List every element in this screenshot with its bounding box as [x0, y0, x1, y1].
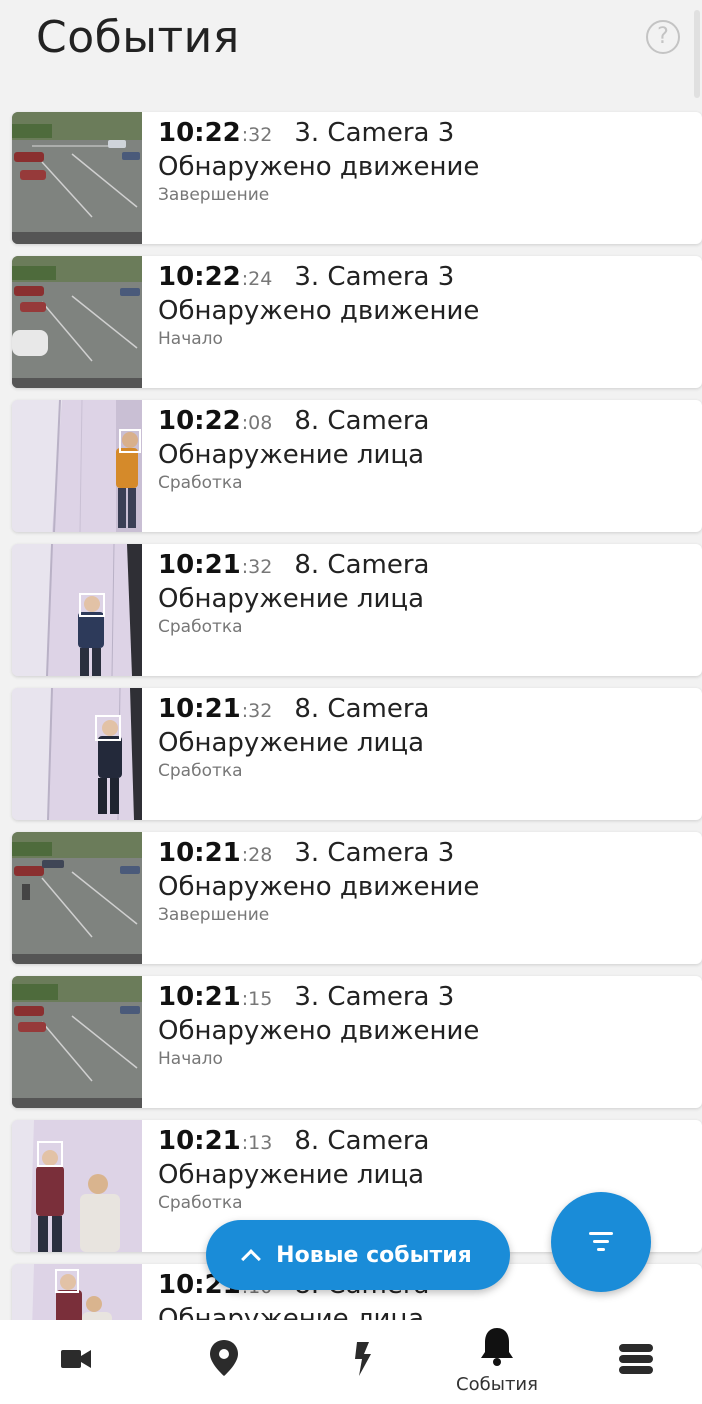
event-thumbnail — [12, 1264, 142, 1320]
camera-name: 8. Camera — [294, 550, 430, 580]
camera-name: 8. Camera — [294, 406, 430, 436]
server-icon — [619, 1344, 653, 1374]
camera-name: 3. Camera 3 — [294, 262, 455, 292]
event-state: Сработка — [158, 473, 243, 493]
event-state: Сработка — [158, 761, 243, 781]
event-time: 10:22:08 8. Camera — [158, 406, 430, 436]
event-thumbnail — [12, 1120, 142, 1252]
event-title: Обнаружение лица — [158, 584, 425, 614]
bottom-navigation: События — [0, 1320, 702, 1404]
camera-name: 3. Camera 3 — [294, 838, 455, 868]
event-thumbnail — [12, 112, 142, 244]
event-thumbnail — [12, 976, 142, 1108]
event-time: 10:21:28 3. Camera 3 — [158, 838, 455, 868]
event-card[interactable]: 10:22:32 3. Camera 3 Обнаружено движение … — [12, 112, 702, 244]
event-time: 10:21:32 8. Camera — [158, 550, 430, 580]
event-thumbnail — [12, 544, 142, 676]
filter-button[interactable] — [551, 1192, 651, 1292]
event-card[interactable]: 10:22:08 8. Camera Обнаружение лица Срабо… — [12, 400, 702, 532]
event-state: Сработка — [158, 1193, 243, 1213]
video-camera-icon — [61, 1350, 91, 1368]
event-state: Сработка — [158, 617, 243, 637]
nav-label-events: События — [456, 1374, 538, 1395]
new-events-button[interactable]: Новые события — [206, 1220, 510, 1290]
new-events-label: Новые события — [276, 1242, 472, 1268]
event-title: Обнаружено движение — [158, 1016, 480, 1046]
lightning-icon — [355, 1342, 371, 1376]
question-circle-icon[interactable]: ? — [646, 20, 680, 54]
event-time: 10:21:13 8. Camera — [158, 1126, 430, 1156]
event-state: Начало — [158, 329, 223, 349]
event-time: 10:22:32 3. Camera 3 — [158, 118, 455, 148]
camera-name: 8. Camera — [294, 1126, 430, 1156]
nav-item-alarms[interactable] — [312, 1320, 412, 1404]
nav-item-events[interactable]: События — [447, 1320, 547, 1404]
scrollbar[interactable] — [694, 10, 700, 98]
event-state: Завершение — [158, 185, 270, 205]
event-card[interactable]: 10:22:24 3. Camera 3 Обнаружено движение … — [12, 256, 702, 388]
event-title: Обнаружено движение — [158, 152, 480, 182]
nav-item-map[interactable] — [174, 1320, 274, 1404]
event-time: 10:21:15 3. Camera 3 — [158, 982, 455, 1012]
event-card[interactable]: 10:21:32 8. Camera Обнаружение лица Срабо… — [12, 544, 702, 676]
event-time: 10:22:24 3. Camera 3 — [158, 262, 455, 292]
nav-item-servers[interactable] — [586, 1320, 686, 1404]
event-card[interactable]: 10:21:32 8. Camera Обнаружение лица Срабо… — [12, 688, 702, 820]
event-card[interactable]: 10:21:28 3. Camera 3 Обнаружено движение … — [12, 832, 702, 964]
bell-icon — [481, 1328, 513, 1366]
event-state: Начало — [158, 1049, 223, 1069]
nav-item-cameras[interactable] — [26, 1320, 126, 1404]
event-title: Обнаружение лица — [158, 440, 425, 470]
event-thumbnail — [12, 688, 142, 820]
event-time: 10:21:32 8. Camera — [158, 694, 430, 724]
camera-name: 3. Camera 3 — [294, 982, 455, 1012]
event-thumbnail — [12, 400, 142, 532]
page-title: События — [36, 12, 240, 63]
camera-name: 8. Camera — [294, 694, 430, 724]
event-thumbnail — [12, 256, 142, 388]
event-title: Обнаружение лица — [158, 1160, 425, 1190]
camera-name: 3. Camera 3 — [294, 118, 455, 148]
chevron-up-icon — [241, 1249, 262, 1269]
event-title: Обнаружение лица — [158, 1304, 425, 1320]
event-thumbnail — [12, 832, 142, 964]
app-header: События ? — [0, 0, 702, 100]
event-title: Обнаружение лица — [158, 728, 425, 758]
event-list[interactable]: 10:22:32 3. Camera 3 Обнаружено движение … — [0, 110, 702, 1320]
event-state: Завершение — [158, 905, 270, 925]
map-pin-icon — [210, 1340, 238, 1376]
event-card[interactable]: 10:21:15 3. Camera 3 Обнаружено движение … — [12, 976, 702, 1108]
event-title: Обнаружено движение — [158, 296, 480, 326]
event-title: Обнаружено движение — [158, 872, 480, 902]
